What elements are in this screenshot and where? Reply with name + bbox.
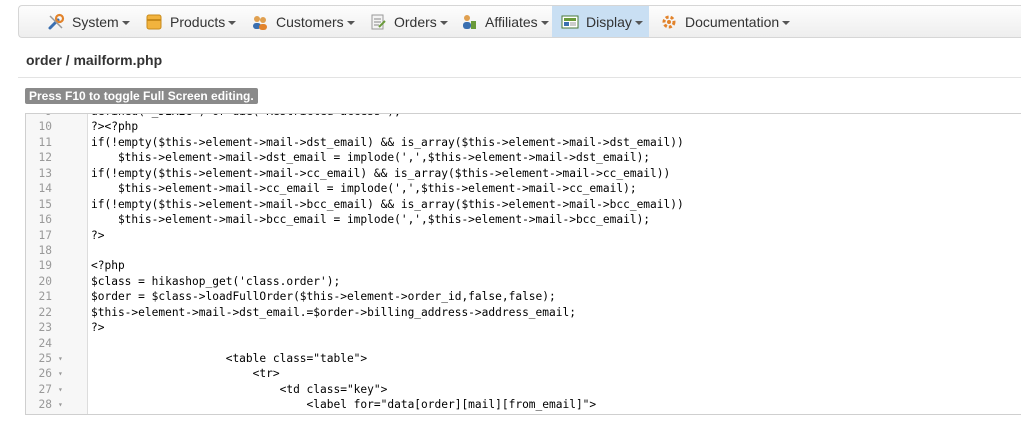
code-line[interactable]: 24 — [26, 336, 1021, 351]
affiliates-icon — [460, 13, 478, 31]
menu-orders[interactable]: Orders — [369, 6, 448, 37]
line-number: 10 — [38, 120, 52, 134]
code-text: $this->element->mail->bcc_email = implod… — [91, 213, 651, 227]
chevron-down-icon — [540, 20, 549, 25]
code-line[interactable]: 19 <?php — [26, 258, 1021, 273]
fold-toggle-icon[interactable]: ▾ — [58, 382, 63, 397]
code-text: if(!empty($this->element->mail->cc_email… — [91, 166, 671, 180]
code-text: ?><?php — [91, 120, 139, 134]
display-icon — [561, 13, 579, 31]
code-text: <label for="data[order][mail][from_email… — [91, 398, 597, 412]
menu-products-label: Products — [170, 13, 226, 30]
code-text: <?php — [91, 259, 125, 273]
menu-affiliates[interactable]: Affiliates — [460, 6, 549, 37]
code-text: <table class="table"> — [91, 352, 368, 365]
line-number: 12 — [38, 151, 52, 165]
menu-documentation[interactable]: Documentation — [660, 6, 791, 37]
wrench-icon — [47, 13, 65, 31]
chevron-down-icon — [121, 20, 130, 25]
menu-customers-label: Customers — [276, 13, 344, 30]
menu-customers[interactable]: Customers — [251, 6, 355, 37]
code-line[interactable]: 10 ?><?php — [26, 119, 1021, 134]
code-line[interactable]: 13 if(!empty($this->element->mail->cc_ema… — [26, 166, 1021, 181]
code-line[interactable]: 14 $this->element->mail->cc_email = impl… — [26, 181, 1021, 196]
chevron-down-icon — [346, 20, 355, 25]
fold-toggle-icon[interactable]: ▾ — [58, 366, 63, 381]
line-number: 27 — [38, 382, 52, 396]
fullscreen-hint: Press F10 to toggle Full Screen editing. — [25, 88, 258, 104]
page-header: order / mailform.php — [18, 42, 1021, 78]
line-number: 17 — [38, 228, 52, 242]
code-text: if(!empty($this->element->mail->bcc_emai… — [91, 197, 684, 211]
menu-documentation-label: Documentation — [685, 13, 780, 30]
line-number: 15 — [38, 197, 52, 211]
menu-affiliates-label: Affiliates — [485, 13, 538, 30]
code-text: <td class="key"> — [91, 382, 388, 396]
line-number: 11 — [38, 135, 52, 149]
code-line[interactable]: 23 ?> — [26, 320, 1021, 335]
code-text: ?> — [91, 321, 105, 335]
code-line[interactable]: 12 $this->element->mail->dst_email = imp… — [26, 150, 1021, 165]
line-number: 28 — [38, 398, 52, 412]
code-line[interactable]: 17 ?> — [26, 228, 1021, 243]
line-number: 22 — [38, 305, 52, 319]
line-number: 24 — [38, 336, 52, 350]
page-title: order / mailform.php — [26, 52, 163, 68]
line-number: 14 — [38, 182, 52, 196]
documentation-icon — [660, 13, 678, 31]
code-line[interactable]: 16 $this->element->mail->bcc_email = imp… — [26, 212, 1021, 227]
line-number: 18 — [38, 243, 52, 257]
code-line[interactable]: 11 if(!empty($this->element->mail->dst_em… — [26, 135, 1021, 150]
code-text: ?> — [91, 228, 105, 242]
line-number: 16 — [38, 213, 52, 227]
line-number: 26 — [38, 367, 52, 381]
users-icon — [251, 13, 269, 31]
code-line[interactable]: 15 if(!empty($this->element->mail->bcc_em… — [26, 197, 1021, 212]
line-number: 25 — [38, 352, 52, 365]
line-number: 21 — [38, 290, 52, 304]
code-text: $this->element->mail->dst_email = implod… — [91, 151, 651, 165]
chevron-down-icon — [782, 20, 791, 25]
line-number: 13 — [38, 166, 52, 180]
code-text: $this->element->mail->dst_email.=$order-… — [91, 305, 576, 319]
code-line[interactable]: 27 ▾ <td class="key"> — [26, 382, 1021, 397]
top-menu-bar: System Products Customers Orders Affilia… — [18, 5, 1021, 38]
code-line[interactable]: 28 ▾ <label for="data[order][mail][from_e… — [26, 397, 1021, 412]
code-line[interactable]: 26 ▾ <tr> — [26, 366, 1021, 381]
fold-toggle-icon[interactable]: ▾ — [58, 351, 63, 366]
menu-products[interactable]: Products — [145, 6, 237, 37]
menu-system[interactable]: System — [47, 6, 130, 37]
code-text: <tr> — [91, 367, 280, 381]
code-line[interactable]: 18 — [26, 243, 1021, 258]
line-number: 19 — [38, 259, 52, 273]
code-text: if(!empty($this->element->mail->dst_emai… — [91, 135, 684, 149]
menu-display-label: Display — [586, 13, 632, 30]
code-text: $class = hikashop_get('class.order'); — [91, 274, 341, 288]
code-line[interactable]: 25 ▾ <table class="table"> — [26, 351, 1021, 366]
orders-icon — [369, 13, 387, 31]
fold-toggle-icon[interactable]: ▾ — [58, 397, 63, 412]
code-editor[interactable]: 9defined('_JEXEC') or die('Restricted ac… — [25, 113, 1021, 415]
chevron-down-icon — [228, 20, 237, 25]
line-number: 20 — [38, 274, 52, 288]
code-line[interactable]: 20 $class = hikashop_get('class.order'); — [26, 274, 1021, 289]
menu-orders-label: Orders — [394, 13, 437, 30]
chevron-down-icon — [439, 20, 448, 25]
code-text: $this->element->mail->cc_email = implode… — [91, 182, 637, 196]
menu-system-label: System — [72, 13, 119, 30]
code-lines: 9defined('_JEXEC') or die('Restricted ac… — [26, 114, 1021, 413]
code-line[interactable]: 21 $order = $class->loadFullOrder($this->… — [26, 289, 1021, 304]
code-line[interactable]: 22 $this->element->mail->dst_email.=$orde… — [26, 305, 1021, 320]
code-text: $order = $class->loadFullOrder($this->el… — [91, 290, 556, 304]
chevron-down-icon — [634, 20, 643, 25]
line-number: 23 — [38, 321, 52, 335]
box-icon — [145, 13, 163, 31]
menu-display[interactable]: Display — [552, 6, 649, 37]
